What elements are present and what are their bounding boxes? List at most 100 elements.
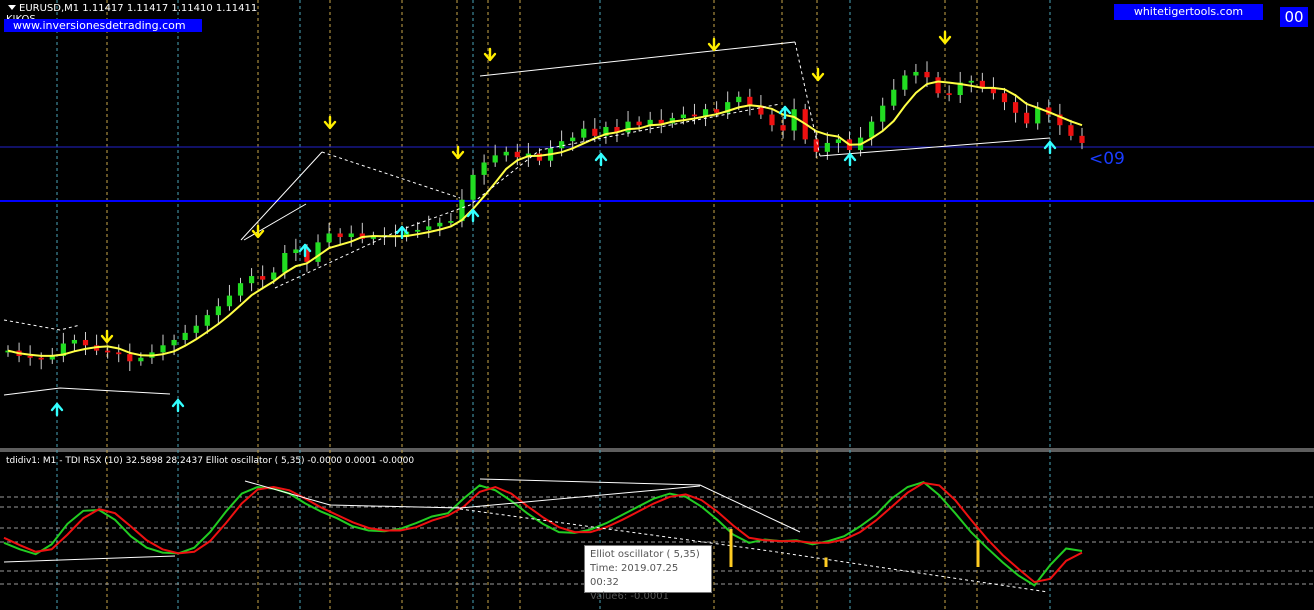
candle-body (215, 306, 221, 316)
candle-body (248, 276, 255, 284)
candle-body (116, 352, 122, 355)
candle-body (592, 128, 598, 136)
candle-body (581, 128, 587, 138)
candle-body (127, 354, 133, 362)
candle-body (1012, 102, 1019, 113)
main-chart-canvas[interactable] (0, 0, 1314, 610)
candle-body (337, 233, 343, 238)
candle-body (714, 109, 720, 113)
candle-body (625, 121, 631, 133)
zigzag-line (479, 41, 796, 77)
candle-body (791, 109, 797, 131)
arrow-shape (251, 224, 265, 239)
candle-body (171, 339, 177, 346)
candle-body (946, 93, 952, 96)
candle-body (105, 350, 111, 353)
oscillator-line (3, 480, 1083, 587)
tooltip-line1: Elliot oscillator ( 5,35) (590, 549, 700, 560)
buy-arrow-icon (171, 398, 185, 413)
candle-body (680, 114, 687, 119)
arrow-shape (451, 145, 465, 160)
candle-body (691, 114, 698, 117)
candle-body (835, 139, 842, 143)
candle-body (1068, 125, 1074, 136)
zigzag-line (321, 151, 461, 199)
divergence-line (3, 555, 176, 563)
candle-body (924, 71, 930, 78)
candle-body (1001, 93, 1008, 103)
candle-body (1024, 112, 1030, 124)
candle-body (226, 295, 233, 307)
zigzag-line (3, 387, 171, 396)
symbol-title: EURUSD,M1 1.11417 1.11417 1.11410 1.1141… (8, 3, 257, 14)
candle-body (780, 125, 786, 131)
arrow-shape (100, 329, 114, 344)
arrow-shape (707, 37, 721, 52)
sell-arrow-icon (100, 329, 114, 344)
sell-arrow-icon (251, 224, 265, 239)
arrow-shape (483, 47, 497, 62)
candle-body (880, 105, 886, 122)
candle-body (935, 77, 941, 94)
arrow-shape (843, 152, 857, 167)
brand-label[interactable]: whitetigertools.com (1114, 4, 1263, 20)
dropdown-icon[interactable] (8, 5, 16, 10)
candle-body (503, 151, 509, 156)
candle-body (492, 155, 498, 163)
chart-window: EURUSD,M1 1.11417 1.11417 1.11410 1.1141… (0, 0, 1314, 610)
tooltip-line2: Time: 2019.07.25 00:32 (590, 563, 679, 588)
sell-arrow-icon (451, 145, 465, 160)
buy-arrow-icon (843, 152, 857, 167)
candle-body (138, 357, 144, 362)
price-marker: <09 (1089, 149, 1125, 169)
candle-body (326, 233, 332, 243)
candle-body (1035, 107, 1041, 124)
candle-body (481, 162, 487, 175)
moving-average-line (7, 80, 1083, 357)
candle-body (204, 315, 210, 326)
candle-body (470, 174, 476, 200)
candle-body (891, 89, 897, 106)
candle-body (869, 121, 875, 138)
oscillator-line (3, 481, 1083, 584)
zigzag-line (240, 151, 323, 241)
candle-body (293, 249, 299, 253)
candle-body (348, 233, 354, 238)
candle-body (437, 222, 443, 227)
sell-arrow-icon (938, 30, 952, 45)
arrow-shape (171, 398, 185, 413)
candle-body (448, 221, 454, 223)
sell-arrow-icon (707, 37, 721, 52)
subwindow-title: tdidiv1: M1 - TDI RSX (10) 32.5898 28.24… (6, 456, 415, 466)
candle-body (813, 139, 819, 152)
candle-body (913, 71, 919, 76)
candle-body (824, 142, 830, 152)
zigzag-line (274, 103, 781, 289)
candle-timer: 00 (1280, 7, 1308, 27)
site-label[interactable]: www.inversionesdetrading.com (4, 19, 202, 32)
arrow-shape (1043, 140, 1057, 155)
candle-body (282, 253, 288, 273)
buy-arrow-icon (1043, 140, 1057, 155)
sell-arrow-icon (811, 67, 825, 82)
sell-arrow-icon (323, 115, 337, 130)
arrow-shape (938, 30, 952, 45)
candle-body (71, 339, 78, 344)
candle-body (769, 114, 775, 126)
candle-body (237, 283, 244, 296)
candle-body (370, 237, 376, 239)
candle-body (514, 151, 520, 158)
arrow-shape (811, 67, 825, 82)
tooltip-line3: Value6: -0.0001 (590, 591, 669, 602)
zigzag-line (3, 319, 81, 331)
candle-body (27, 355, 33, 358)
histogram-bar (824, 557, 828, 567)
zigzag-line (243, 203, 307, 241)
buy-arrow-icon (50, 402, 64, 417)
buy-arrow-icon (594, 152, 608, 167)
arrow-shape (594, 152, 608, 167)
candle-body (968, 80, 974, 83)
candle-body (636, 121, 642, 126)
candle-body (193, 325, 199, 333)
candle-body (271, 272, 277, 280)
